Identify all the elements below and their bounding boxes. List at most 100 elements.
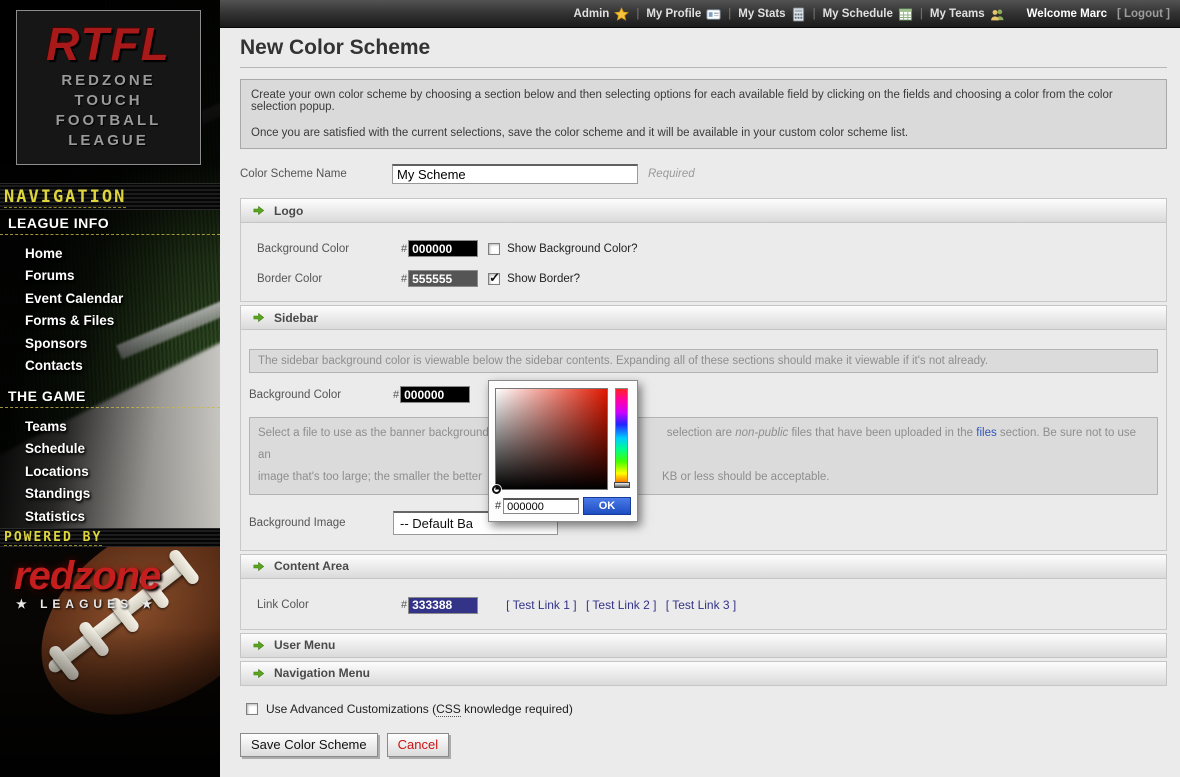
section-header-navigation-menu[interactable]: Navigation Menu — [240, 661, 1167, 686]
section-logo: Logo Background Color # Show Background … — [240, 198, 1167, 302]
page-title: New Color Scheme — [240, 36, 1167, 68]
advanced-customizations-row: Use Advanced Customizations (CSS knowled… — [246, 702, 1167, 716]
nav-group-the-game: THE GAME Teams Schedule Locations Standi… — [0, 386, 220, 528]
redzone-leagues-logo[interactable]: redzone ★ LEAGUES ★ — [14, 555, 160, 611]
calculator-icon — [791, 7, 806, 22]
star-icon — [614, 7, 629, 22]
scheme-name-input[interactable] — [392, 164, 638, 184]
advanced-customizations-checkbox[interactable] — [246, 703, 258, 715]
sidebar-item-schedule[interactable]: Schedule — [0, 438, 220, 460]
test-link-3[interactable]: [ Test Link 3 ] — [666, 598, 736, 612]
sidebar-background-color-row: Background Color # — [241, 386, 1166, 403]
cancel-button[interactable]: Cancel — [387, 733, 449, 757]
hash-prefix: # — [495, 500, 501, 512]
sidebar-item-teams[interactable]: Teams — [0, 416, 220, 438]
field-label: Background Color — [257, 243, 401, 255]
section-header-sidebar[interactable]: Sidebar — [240, 305, 1167, 330]
select-value: -- Default Ba — [400, 516, 473, 531]
intro-paragraph-2: Once you are satisfied with the current … — [251, 127, 1156, 139]
sidebar-item-event-calendar[interactable]: Event Calendar — [0, 288, 220, 310]
logo-border-color-swatch[interactable] — [408, 270, 478, 287]
topbar-my-profile-link[interactable]: My Profile — [646, 7, 721, 22]
color-marker-handle[interactable] — [492, 485, 501, 494]
section-navigation-menu: Navigation Menu — [240, 661, 1167, 686]
test-links: [ Test Link 1 ] [ Test Link 2 ] [ Test L… — [506, 598, 742, 612]
powered-by-artwork: redzone ★ LEAGUES ★ — [0, 547, 220, 777]
background-image-row: Background Image -- Default Ba — [241, 511, 1166, 535]
topbar-my-stats-link[interactable]: My Stats — [738, 7, 805, 22]
link-color-row: Link Color # [ Test Link 1 ] [ Test Link… — [249, 597, 1158, 614]
intro-instructions: Create your own color scheme by choosing… — [240, 79, 1167, 149]
topbar-my-teams-link[interactable]: My Teams — [930, 7, 1005, 22]
scheme-name-row: Color Scheme Name Required — [240, 162, 1167, 186]
label-fragment: Use Advanced Customizations ( — [266, 702, 436, 716]
section-header-user-menu[interactable]: User Menu — [240, 633, 1167, 658]
test-link-2[interactable]: [ Test Link 2 ] — [586, 598, 656, 612]
checkmark: ✓ — [489, 270, 500, 286]
section-header-content-area[interactable]: Content Area — [240, 554, 1167, 579]
calendar-icon — [898, 7, 913, 22]
league-logo-acronym: RTFL — [17, 17, 200, 71]
test-link-1[interactable]: [ Test Link 1 ] — [506, 598, 576, 612]
hash-prefix: # — [401, 273, 407, 285]
color-gradient-square[interactable] — [495, 388, 608, 490]
note-fragment: files that have been uploaded in the — [788, 427, 976, 439]
section-title-navigation-menu: Navigation Menu — [274, 666, 370, 680]
topbar-my-schedule-label: My Schedule — [823, 8, 893, 20]
save-color-scheme-button[interactable]: Save Color Scheme — [240, 733, 378, 757]
label-fragment: knowledge required) — [461, 702, 573, 716]
topbar-divider: | — [636, 8, 639, 20]
league-sidebar: RTFL REDZONE TOUCH FOOTBALL LEAGUE NAVIG… — [0, 0, 220, 777]
sidebar-note: The sidebar background color is viewable… — [249, 349, 1158, 373]
show-border-checkbox[interactable]: ✓ — [488, 273, 500, 285]
banner-image-note: Select a file to use as the banner backg… — [249, 417, 1158, 495]
form-actions: Save Color Scheme Cancel — [240, 733, 1167, 757]
section-body-content-area: Link Color # [ Test Link 1 ] [ Test Link… — [240, 579, 1167, 630]
link-color-swatch[interactable] — [408, 597, 478, 614]
sidebar-bg-color-swatch[interactable] — [400, 386, 470, 403]
sidebar-item-statistics[interactable]: Statistics — [0, 506, 220, 528]
picker-ok-button[interactable]: OK — [583, 497, 631, 515]
show-background-color-checkbox[interactable] — [488, 243, 500, 255]
section-title-logo: Logo — [274, 204, 303, 218]
hue-slider[interactable] — [615, 388, 628, 488]
section-header-logo[interactable]: Logo — [240, 198, 1167, 223]
redzone-leagues-label: ★ LEAGUES ★ — [14, 597, 160, 611]
color-picker-popup: # OK — [488, 380, 638, 522]
topbar-my-teams-label: My Teams — [930, 8, 985, 20]
topbar-divider: | — [813, 8, 816, 20]
picker-hex-input[interactable] — [503, 498, 579, 514]
hue-slider-handle[interactable] — [614, 482, 630, 488]
powered-by-banner: POWERED BY — [0, 528, 220, 547]
redzone-wordmark: redzone — [14, 555, 160, 597]
topbar-admin-link[interactable]: Admin — [574, 7, 630, 22]
sidebar-item-locations[interactable]: Locations — [0, 461, 220, 483]
logo-background-color-row: Background Color # Show Background Color… — [249, 240, 1158, 257]
sidebar-item-sponsors[interactable]: Sponsors — [0, 333, 220, 355]
field-label: Border Color — [257, 273, 401, 285]
sidebar-item-standings[interactable]: Standings — [0, 483, 220, 505]
section-sidebar: Sidebar The sidebar background color is … — [240, 305, 1167, 551]
vcard-icon — [706, 7, 721, 22]
logo-bg-color-swatch[interactable] — [408, 240, 478, 257]
league-logo[interactable]: RTFL REDZONE TOUCH FOOTBALL LEAGUE — [16, 10, 201, 165]
note-emphasis: non-public — [735, 427, 788, 439]
green-arrow-icon — [252, 639, 265, 652]
main-content: New Color Scheme Create your own color s… — [220, 28, 1180, 777]
hash-prefix: # — [393, 389, 399, 401]
files-link[interactable]: files — [976, 427, 996, 439]
sidebar-item-forms-files[interactable]: Forms & Files — [0, 310, 220, 332]
topbar-my-schedule-link[interactable]: My Schedule — [823, 7, 913, 22]
sidebar-item-forums[interactable]: Forums — [0, 265, 220, 287]
green-arrow-icon — [252, 204, 265, 217]
sidebar-item-contacts[interactable]: Contacts — [0, 355, 220, 377]
topbar-divider: | — [920, 8, 923, 20]
navigation-banner: NAVIGATION — [0, 183, 220, 210]
advanced-customizations-label: Use Advanced Customizations (CSS knowled… — [266, 702, 573, 716]
logout-link[interactable]: [ Logout ] — [1117, 8, 1170, 20]
sidebar-item-home[interactable]: Home — [0, 243, 220, 265]
section-body-sidebar: The sidebar background color is viewable… — [240, 330, 1167, 551]
checkbox-label: Show Background Color? — [507, 243, 637, 255]
field-label: Link Color — [257, 599, 401, 611]
league-logo-line: TOUCH — [17, 91, 200, 111]
